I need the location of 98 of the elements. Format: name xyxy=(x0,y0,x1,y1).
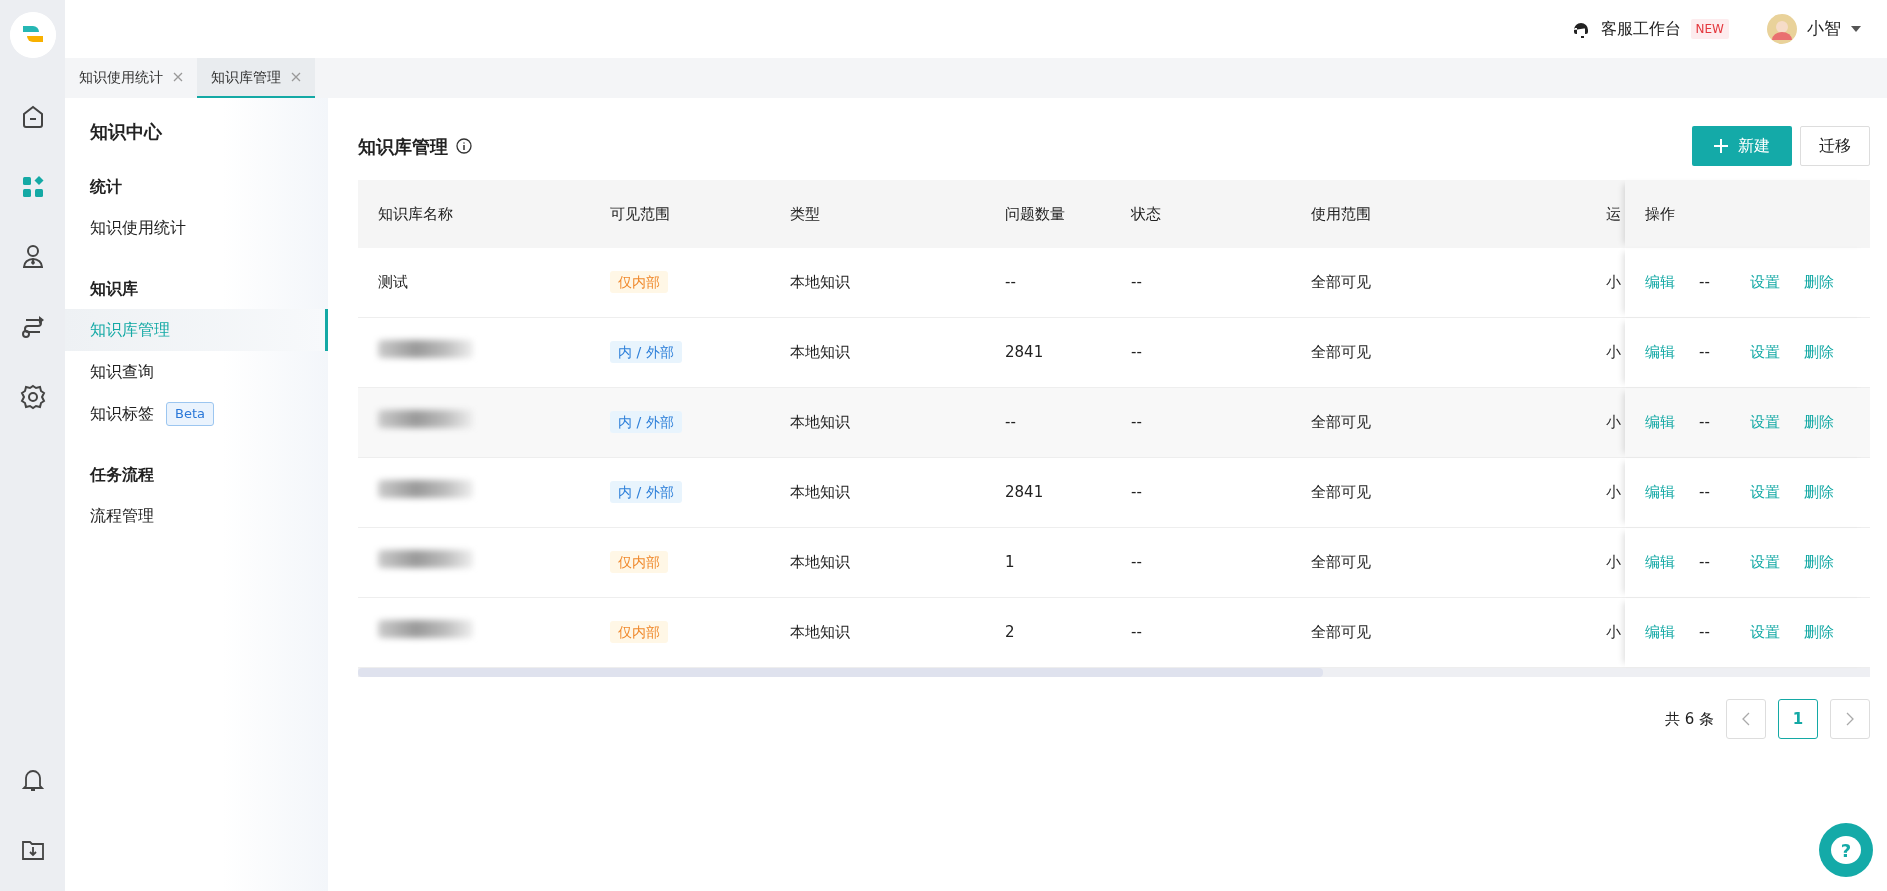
table-cell: 全部可见 xyxy=(1311,623,1371,642)
group-title: 统计 xyxy=(88,176,123,198)
sidebar-item[interactable]: 知识使用统计 xyxy=(90,216,186,240)
action-link[interactable]: 删除 xyxy=(1803,411,1834,434)
table-cell: 全部可见 xyxy=(1311,413,1371,432)
table-cell: 本地知识 xyxy=(790,483,850,502)
action-link[interactable]: 设置 xyxy=(1749,411,1780,434)
table-cell: -- xyxy=(1131,553,1142,572)
group-title: 知识库 xyxy=(89,278,139,300)
table-cell: -- xyxy=(1005,273,1016,292)
sidebar-item[interactable]: 知识标签 xyxy=(90,402,154,426)
table-cell: 本地知识 xyxy=(790,273,850,292)
sidebar-item[interactable]: 知识查询 xyxy=(90,360,154,384)
visibility-tag: 内 / 外部 xyxy=(610,481,682,504)
action-link[interactable]: 编辑 xyxy=(1645,551,1675,574)
table-cell: 2 xyxy=(1005,623,1015,642)
new-button[interactable]: 新建 xyxy=(1692,126,1792,166)
table-cell: 全部可见 xyxy=(1311,343,1371,362)
table-cell: -- xyxy=(1131,623,1142,642)
action-link[interactable]: 设置 xyxy=(1749,481,1780,504)
visibility-tag: 仅内部 xyxy=(610,271,668,294)
chevron-right-icon xyxy=(1846,712,1854,726)
visibility-tag: 内 / 外部 xyxy=(610,411,682,434)
action-link[interactable]: 设置 xyxy=(1749,551,1780,574)
scrollbar-thumb[interactable] xyxy=(358,668,1323,677)
sidebar-item[interactable]: 知识库管理 xyxy=(90,318,170,342)
table-cell: 本地知识 xyxy=(790,553,850,572)
table-cell: 本地知识 xyxy=(790,413,850,432)
column-header: 状态 xyxy=(1131,204,1161,223)
table-cell: 小 xyxy=(1606,273,1621,292)
page-button[interactable]: 1 xyxy=(1778,699,1818,739)
table-cell: 小 xyxy=(1606,413,1621,432)
action-link[interactable]: 设置 xyxy=(1749,621,1780,644)
action-link[interactable]: 设置 xyxy=(1749,341,1780,364)
action-link[interactable]: 删除 xyxy=(1803,481,1834,504)
action-link[interactable]: 设置 xyxy=(1749,271,1780,294)
column-header: 运 xyxy=(1606,204,1621,223)
chevron-left-icon xyxy=(1742,712,1750,726)
action-link[interactable]: 删除 xyxy=(1803,621,1834,644)
beta-badge: Beta xyxy=(166,402,214,426)
table-cell-text: -- xyxy=(1699,342,1710,364)
table-cell: 小 xyxy=(1606,623,1621,642)
table-cell: 全部可见 xyxy=(1311,553,1371,572)
action-link[interactable]: 编辑 xyxy=(1645,621,1675,644)
column-header: 可见范围 xyxy=(610,204,670,223)
tab[interactable]: 知识使用统计 xyxy=(65,58,197,98)
table-cell: -- xyxy=(1131,413,1142,432)
column-header: 使用范围 xyxy=(1311,204,1371,223)
new-badge: NEW xyxy=(1690,19,1729,39)
table-cell: 2841 xyxy=(1005,483,1044,502)
group-title: 任务流程 xyxy=(88,464,155,486)
caret-icon[interactable] xyxy=(1851,26,1861,32)
sidebar-title: 知识中心 xyxy=(89,120,163,144)
column-header: 知识库名称 xyxy=(378,204,453,223)
column-header: 问题数量 xyxy=(1005,204,1065,223)
user-name[interactable]: 小智 xyxy=(1807,16,1841,42)
table-cell-text: -- xyxy=(1699,482,1710,504)
action-link[interactable]: 编辑 xyxy=(1645,341,1675,364)
table-cell: -- xyxy=(1131,343,1142,362)
table-cell: 1 xyxy=(1005,553,1015,572)
visibility-tag: 内 / 外部 xyxy=(610,341,682,364)
info-icon[interactable] xyxy=(456,138,472,154)
action-link[interactable]: 删除 xyxy=(1803,271,1834,294)
table-cell-text: -- xyxy=(1699,622,1710,644)
table-cell: 全部可见 xyxy=(1311,273,1371,292)
table-cell: 本地知识 xyxy=(790,623,850,642)
table-cell: 全部可见 xyxy=(1311,483,1371,502)
table-cell: -- xyxy=(1131,483,1142,502)
total-count: 共 6 条 xyxy=(1664,708,1714,730)
table-cell: 本地知识 xyxy=(790,343,850,362)
action-link[interactable]: 编辑 xyxy=(1645,271,1675,294)
action-link[interactable]: 删除 xyxy=(1803,341,1834,364)
workbench-link[interactable]: 客服工作台 xyxy=(1600,17,1681,41)
table-cell: 2841 xyxy=(1005,343,1044,362)
column-header: 类型 xyxy=(790,204,820,223)
migrate-button[interactable]: 迁移 xyxy=(1800,126,1870,166)
column-header: 操作 xyxy=(1645,203,1675,225)
table-cell-text: -- xyxy=(1699,552,1710,574)
avatar[interactable] xyxy=(1767,14,1797,44)
close-icon[interactable] xyxy=(173,72,183,82)
page-title: 知识库管理 xyxy=(358,134,448,159)
sidebar-item[interactable]: 流程管理 xyxy=(90,504,154,528)
action-link[interactable]: 删除 xyxy=(1803,551,1834,574)
table-cell: -- xyxy=(1131,273,1142,292)
help-button[interactable]: ? xyxy=(1819,823,1873,877)
visibility-tag: 仅内部 xyxy=(610,621,668,644)
plus-icon xyxy=(1714,139,1728,153)
table-cell: 小 xyxy=(1606,343,1621,362)
action-link[interactable]: 编辑 xyxy=(1645,411,1675,434)
visibility-tag: 仅内部 xyxy=(610,551,668,574)
tab[interactable]: 知识库管理 xyxy=(197,58,315,98)
table-cell: -- xyxy=(1005,413,1016,432)
table-cell: 测试 xyxy=(378,273,408,292)
table-cell-text: -- xyxy=(1699,272,1710,294)
action-link[interactable]: 编辑 xyxy=(1645,481,1675,504)
table-cell-text: -- xyxy=(1699,412,1710,434)
table-cell: 小 xyxy=(1606,553,1621,572)
table-cell: 小 xyxy=(1606,483,1621,502)
